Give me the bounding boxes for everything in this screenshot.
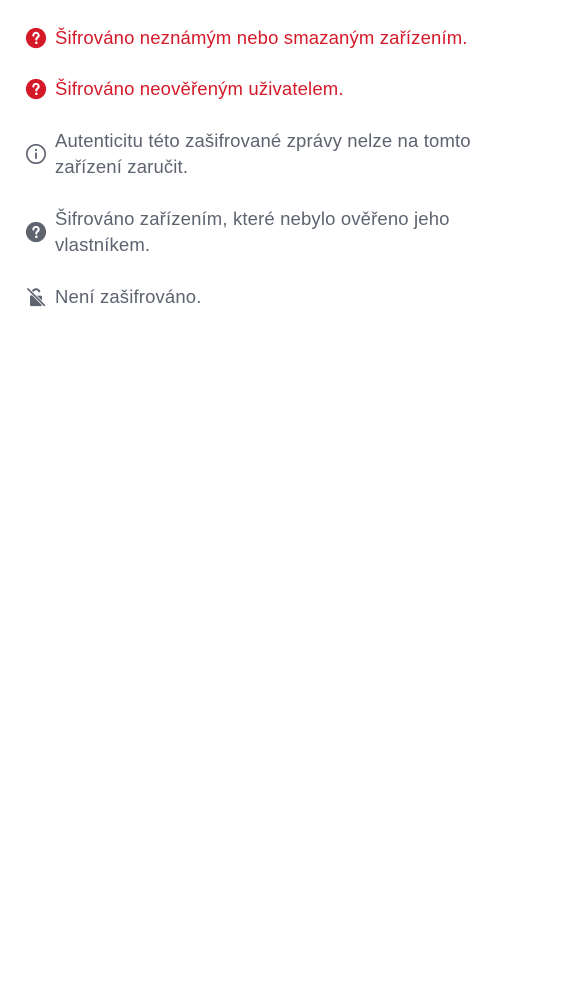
legend-item-label: Šifrováno zařízením, které nebylo ověřen… (55, 208, 450, 255)
question-circle-icon (25, 27, 47, 49)
legend-item-label: Autenticitu této zašifrované zprávy nelz… (55, 130, 471, 177)
lock-off-icon (25, 286, 47, 308)
legend-item-label: Šifrováno neověřeným uživatelem. (55, 78, 344, 99)
legend-item-not-encrypted: Není zašifrováno. (25, 284, 525, 310)
info-circle-icon (25, 143, 47, 165)
legend-item-label: Není zašifrováno. (55, 286, 202, 307)
legend-item-unknown-device: Šifrováno neznámým nebo smazaným zařízen… (25, 25, 525, 51)
legend-item-label: Šifrováno neznámým nebo smazaným zařízen… (55, 27, 468, 48)
question-circle-icon (25, 221, 47, 243)
legend-item-authenticity-unknown: Autenticitu této zašifrované zprávy nelz… (25, 128, 525, 180)
legend-item-unverified-device: Šifrováno zařízením, které nebylo ověřen… (25, 206, 525, 258)
legend-item-unverified-user: Šifrováno neověřeným uživatelem. (25, 76, 525, 102)
question-circle-icon (25, 78, 47, 100)
